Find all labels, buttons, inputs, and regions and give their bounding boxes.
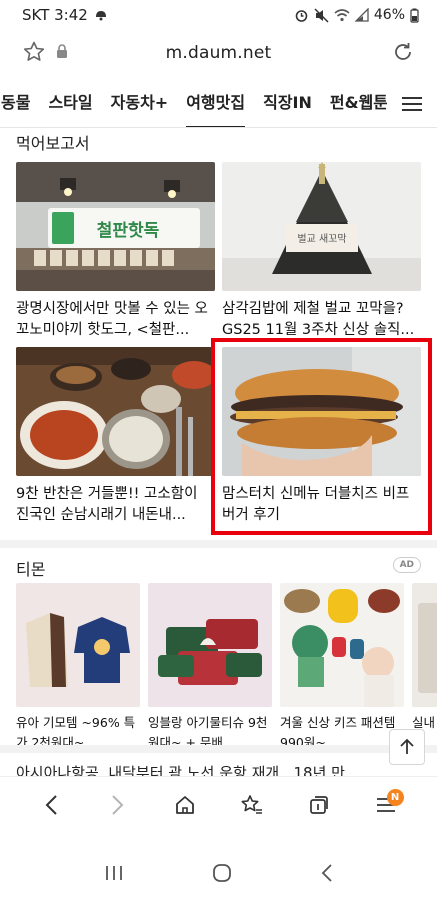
wifi-icon	[334, 8, 350, 22]
article-caption[interactable]: 광명시장에서만 맛볼 수 있는 오꼬노미야끼 핫도그, <철판...	[16, 299, 215, 341]
home-button[interactable]	[165, 785, 205, 825]
alarm-icon	[294, 8, 309, 23]
onigiri-label: 벌교 새꼬막	[297, 233, 346, 245]
tab-style[interactable]: 스타일	[39, 80, 101, 127]
tab-travel-food[interactable]: 여행맛집	[177, 80, 254, 127]
star-list-icon	[241, 794, 262, 814]
battery-icon	[410, 8, 419, 23]
home-circle-icon[interactable]	[212, 863, 232, 887]
article-caption[interactable]: 9찬 반찬은 거들뿐!! 고소함이 진국인 순남시래기 내돈내...	[16, 484, 215, 526]
tab-work[interactable]: 직장IN	[254, 80, 321, 127]
product-thumbnail[interactable]	[148, 583, 272, 707]
tab-car[interactable]: 자동차+	[102, 80, 178, 127]
recent-apps-icon[interactable]	[105, 865, 123, 885]
home-icon	[176, 795, 194, 814]
section-title: 먹어보고서	[16, 134, 90, 153]
product-thumbnail[interactable]	[16, 583, 140, 707]
tabs-button[interactable]	[299, 785, 339, 825]
article-card[interactable]: 벌교 새꼬막 삼각김밥에 제철 벌교 꼬막을? GS25 11월 3주차 신상 …	[222, 162, 421, 341]
product-thumbnail[interactable]	[280, 583, 404, 707]
section-divider	[0, 540, 437, 548]
carrier-time: SKT 3:42	[22, 6, 88, 24]
tabs-icon	[309, 795, 328, 814]
article-card[interactable]: 철판핫독 광명시장에서만 맛볼 수 있는 오꼬노미야끼 핫도그, <철판...	[16, 162, 215, 341]
signal-icon	[354, 8, 369, 22]
chevron-left-icon	[45, 794, 58, 815]
product-thumbnail[interactable]	[412, 583, 437, 707]
article-card[interactable]: 9찬 반찬은 거들뿐!! 고소함이 진국인 순남시래기 내돈내...	[16, 347, 215, 526]
tab-animal[interactable]: 동물	[0, 80, 39, 127]
article-caption[interactable]: 삼각김밥에 제철 벌교 꼬막을? GS25 11월 3주차 신상 솔직...	[222, 299, 421, 341]
sign-text: 철판핫독	[97, 220, 160, 241]
browser-toolbar: N	[0, 776, 437, 832]
bookmarks-button[interactable]	[232, 785, 272, 825]
forward-button[interactable]	[98, 785, 138, 825]
chevron-right-icon	[112, 794, 124, 815]
article-thumbnail[interactable]: 벌교 새꼬막	[222, 162, 421, 291]
article-thumbnail[interactable]	[16, 347, 215, 476]
reload-icon[interactable]	[391, 40, 415, 68]
status-bar: SKT 3:42 46%	[0, 0, 437, 30]
scroll-to-top-button[interactable]	[389, 729, 425, 765]
article-thumbnail[interactable]: 철판핫독	[16, 162, 215, 291]
menu-icon[interactable]	[387, 80, 437, 127]
tab-fun-webtoon[interactable]: 펀&웹툰	[321, 80, 397, 127]
ad-badge: AD	[392, 557, 421, 573]
arrow-up-icon	[400, 738, 414, 754]
lock-icon	[56, 44, 68, 63]
section-title: 티몬	[16, 560, 46, 579]
product-card[interactable]: 실내	[412, 583, 437, 753]
address-bar[interactable]: m.daum.net	[0, 30, 437, 76]
bookmark-star-icon[interactable]	[22, 40, 46, 68]
mute-icon	[314, 7, 329, 23]
category-tabs: 동물 스타일 자동차+ 여행맛집 직장IN 펀&웹툰	[0, 80, 437, 128]
product-card[interactable]: 겨울 신상 키즈 패션템 990원~	[280, 583, 404, 753]
new-badge: N	[386, 788, 404, 806]
system-back-icon[interactable]	[321, 864, 333, 886]
system-navigation	[0, 850, 437, 900]
menu-button[interactable]: N	[366, 785, 406, 825]
product-card[interactable]: 잉블랑 아기물티슈 9천원대~ + 무배	[148, 583, 272, 753]
battery-percent: 46%	[373, 7, 405, 23]
back-button[interactable]	[31, 785, 71, 825]
product-card[interactable]: 유아 기모템 ~96% 특가 2천원대~	[16, 583, 140, 753]
highlight-box	[211, 338, 432, 535]
section-divider	[0, 745, 437, 753]
notification-icon	[94, 8, 108, 22]
